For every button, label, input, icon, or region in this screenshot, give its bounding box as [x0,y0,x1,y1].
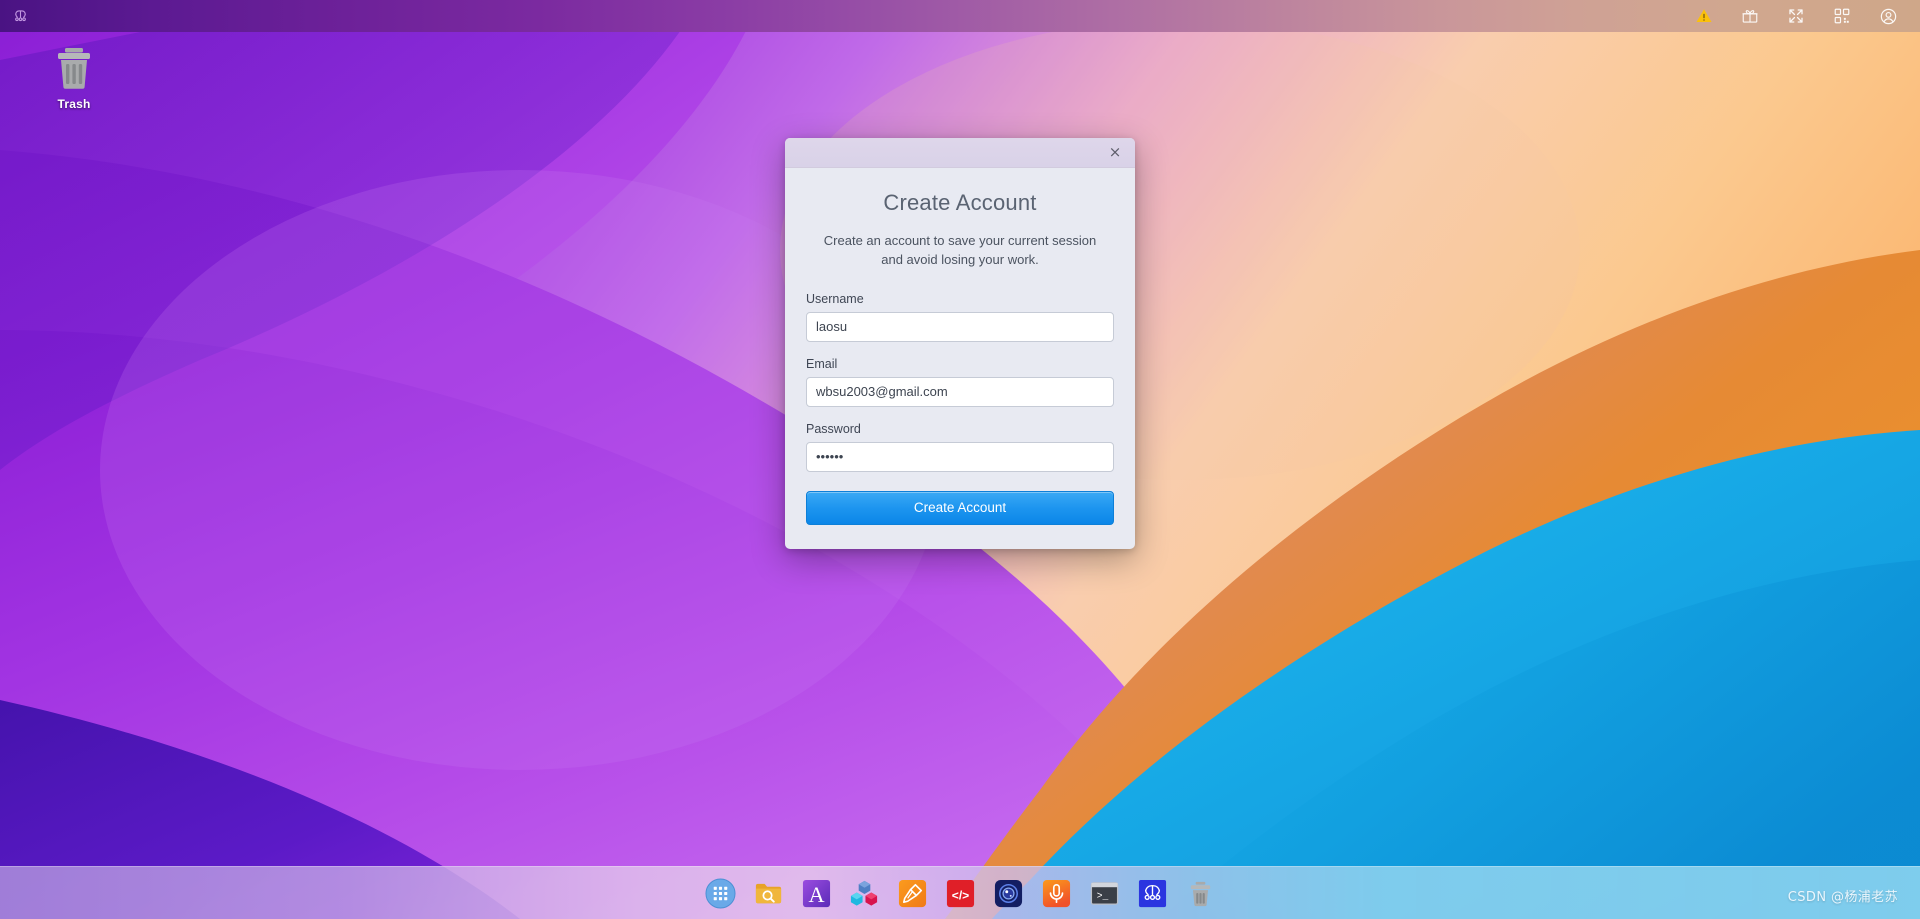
topbar-right-zone [1694,6,1920,26]
password-label: Password [806,421,861,436]
warning-icon[interactable] [1694,6,1714,26]
close-icon[interactable]: × [1105,143,1125,163]
qr-code-icon[interactable] [1832,6,1852,26]
svg-text:A: A [808,882,824,907]
field-email: Email [806,357,1114,407]
create-account-dialog: × Create Account Create an account to sa… [785,138,1135,549]
dialog-subtitle: Create an account to save your current s… [823,233,1097,267]
create-account-button[interactable]: Create Account [806,490,1114,525]
trash-desktop-icon[interactable]: Trash [34,46,114,111]
trash-desktop-label: Trash [57,97,91,111]
email-field[interactable] [806,376,1114,407]
email-label: Email [806,356,838,371]
password-field[interactable] [806,441,1114,472]
dock-item-camera[interactable] [992,877,1024,909]
dock-item-microphone[interactable] [1040,877,1072,909]
submit-wrap: Create Account [806,490,1114,525]
gift-icon[interactable] [1740,6,1760,26]
desktop-screen: Trash × Create Account Create an account… [0,0,1920,919]
dock-item-network[interactable] [1136,877,1168,909]
fullscreen-icon[interactable] [1786,6,1806,26]
dock: A </> >_ [0,866,1920,919]
dialog-body: Create Account Create an account to save… [785,168,1135,549]
trash-icon [58,48,90,89]
username-label: Username [806,291,864,306]
dock-item-trash[interactable] [1184,877,1216,909]
dialog-titlebar: × [785,138,1135,168]
page-title: Create Account [883,190,1037,215]
field-username: Username [806,292,1114,342]
dock-item-terminal[interactable]: >_ [1088,877,1120,909]
dock-item-paint[interactable] [896,877,928,909]
svg-text:</>: </> [951,888,969,902]
field-password: Password [806,422,1114,472]
network-topology-icon[interactable] [10,6,30,26]
username-input[interactable] [806,311,1114,342]
dock-item-code[interactable]: </> [944,877,976,909]
dock-item-file-search[interactable] [752,877,784,909]
dock-item-app-launcher[interactable] [704,877,736,909]
dock-item-blocks[interactable] [848,877,880,909]
top-menu-bar [0,0,1920,32]
dock-item-fonts[interactable]: A [800,877,832,909]
svg-text:>_: >_ [1096,890,1108,901]
account-icon[interactable] [1878,6,1898,26]
topbar-left-zone [0,6,30,26]
